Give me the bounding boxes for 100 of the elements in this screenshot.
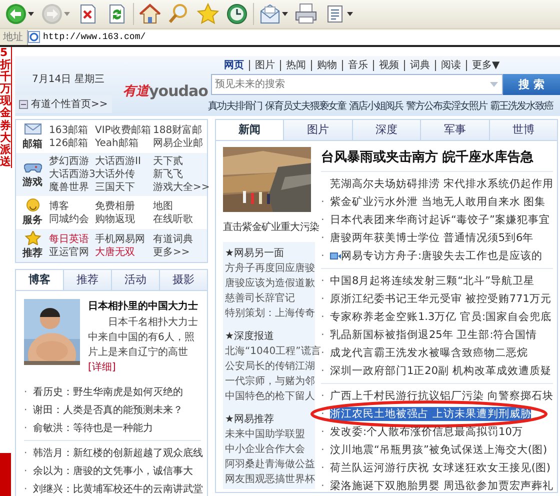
article-title[interactable]: 日本相扑里的中国大力士 <box>88 299 201 313</box>
blog-link[interactable]: 看历史：野生华南虎是如何灭绝的 <box>33 385 183 399</box>
details-link[interactable]: [详细] <box>88 362 116 373</box>
news-link[interactable]: 专家称养老金空账1.3万亿 官员:国家自会兜底 <box>330 310 552 324</box>
service-link[interactable]: 126邮箱 <box>49 136 95 150</box>
tab[interactable]: 图片 <box>283 120 352 140</box>
news-link[interactable]: 网易专访方舟子:唐骏失去工作也是应该的 <box>341 249 543 263</box>
ad-banner[interactable]: 5折千万现金券大派送 <box>0 47 12 168</box>
headline[interactable]: 台风暴雨或夹击南方 皖千座水库告急 <box>321 147 553 169</box>
nav-tab[interactable]: 音乐 <box>342 60 373 70</box>
news-link[interactable]: 中小企业合作大会 <box>225 442 305 457</box>
nav-tab[interactable]: 视频 <box>373 60 404 70</box>
service-link[interactable]: 购物返现 <box>95 212 153 226</box>
nav-tab[interactable]: 图片 <box>249 60 280 70</box>
news-link[interactable]: 网友围观恶搞世界杯 <box>225 472 315 487</box>
photo-caption[interactable]: 直击紫金矿业重大污染 <box>223 220 320 234</box>
service-link[interactable]: 游戏大全>> <box>153 181 207 194</box>
service-link[interactable]: 新飞飞 <box>153 168 207 181</box>
nav-tab[interactable]: 网页 <box>219 60 249 70</box>
news-link[interactable]: 汶川地震“吊瓶男孩”被免试保送上海交大(图) <box>330 443 548 457</box>
blog-link[interactable]: 刘继兴：比黄埔军校还牛的云南讲武堂 <box>33 482 203 496</box>
hot-link[interactable]: 保育员丈夫猥亵女童 <box>265 99 346 113</box>
service-link[interactable]: 梦幻西游 <box>49 155 95 168</box>
service-link[interactable]: 大话外传 <box>95 168 153 181</box>
print-button[interactable] <box>293 2 319 26</box>
news-link[interactable]: 荷兰队运河游行庆祝 女球迷狂欢女王接见(图) <box>330 461 551 475</box>
service-link[interactable]: 更多>> <box>153 246 207 258</box>
news-link[interactable]: 成龙代言霸王洗发水被曝含致癌物二恶烷 <box>330 346 528 360</box>
news-link[interactable]: 阿羽桑赴青海做公益 <box>225 457 315 472</box>
personal-page-link[interactable]: 有道个性首页>> <box>15 95 112 113</box>
tab[interactable]: 活动 <box>111 270 159 290</box>
service-link[interactable]: 188财富邮 <box>153 124 207 136</box>
service-link[interactable]: Yeah邮箱 <box>95 136 153 150</box>
news-link[interactable]: 芜湖高尔夫场妨碍排涝 宋代排水系统仍起作用 <box>330 177 554 191</box>
nav-tab[interactable]: 词典 <box>404 60 435 70</box>
back-button[interactable] <box>3 2 36 26</box>
tab[interactable]: 摄影 <box>159 270 207 290</box>
news-link[interactable]: 中国特色的枪下留人 <box>225 389 315 404</box>
address-field[interactable]: http://www.163.com/ <box>27 30 560 44</box>
nav-tab[interactable]: 热闻 <box>280 60 311 70</box>
news-link[interactable]: 特别策划：上海传奇 <box>225 306 315 321</box>
news-link[interactable]: 日本代表团来华商讨起诉“毒饺子”案嫌犯事宜 <box>330 213 550 227</box>
service-link[interactable]: 大话西游3 <box>49 168 95 181</box>
search-button[interactable]: 搜 索 <box>503 74 560 95</box>
tab[interactable]: 博客 <box>16 270 63 290</box>
service-link[interactable]: 亚运官网 <box>49 246 95 258</box>
service-link[interactable]: 大话西游II <box>95 155 153 168</box>
nav-tab[interactable]: 阅读 <box>435 60 466 70</box>
service-link[interactable]: 地图 <box>153 200 207 212</box>
tab[interactable]: 推荐 <box>63 270 111 290</box>
news-link[interactable]: 梁洛施诞下双胞胎男婴 周迅欲参加贾宏声葬礼 <box>330 479 554 493</box>
blog-link[interactable]: 韩浩月：新红楼的创新超越了观众底线 <box>33 446 203 460</box>
service-link[interactable]: 同城约会 <box>49 212 95 226</box>
news-link[interactable]: 北海“1040工程”谎言 <box>225 344 321 359</box>
news-link[interactable]: 深圳一政府部门1正20副 机构改革成效遭质疑 <box>330 364 552 378</box>
service-link[interactable]: 大唐无双 <box>95 246 153 258</box>
blog-link[interactable]: 谢田：人类是否真的能预测未来？ <box>33 403 183 417</box>
tab[interactable]: 世博 <box>488 120 558 140</box>
news-link[interactable]: 未来中国助学联盟 <box>225 427 305 442</box>
service-link[interactable]: 免费相册 <box>95 200 153 212</box>
tab[interactable]: 军事 <box>420 120 489 140</box>
service-link[interactable]: 手机网易网 <box>95 232 153 246</box>
service-link[interactable]: VIP收费邮箱 <box>95 124 153 136</box>
news-link[interactable]: 广西上千村民游行抗议铝厂污染 向警察掷石块 <box>330 389 554 403</box>
news-link[interactable]: 方舟子再度回应唐骏 <box>225 261 315 276</box>
tab[interactable]: 新闻 <box>216 120 284 140</box>
nav-tab[interactable]: 购物 <box>311 60 342 70</box>
hot-link[interactable]: 酒店小姐阅兵 <box>349 99 403 113</box>
service-link[interactable]: 163邮箱 <box>49 124 95 136</box>
home-button[interactable] <box>137 2 163 26</box>
news-link[interactable]: 慈善司长辞官记 <box>225 291 295 306</box>
service-link[interactable]: 有道词典 <box>153 232 207 246</box>
service-link[interactable]: 天下贰 <box>153 155 207 168</box>
tab[interactable]: 深度 <box>352 120 420 140</box>
hot-link[interactable]: 真功夫排骨门 <box>208 99 262 113</box>
news-link[interactable]: 乳品新国标被指倒退25年 卫生部:符合国情 <box>330 328 538 342</box>
list-bullet: · <box>321 196 326 208</box>
service-link[interactable]: 魔兽世界 <box>49 181 95 194</box>
news-link[interactable]: 中国8月起将连续发射三颗“北斗”导航卫星 <box>330 274 535 288</box>
hot-link[interactable]: 警方公布卖淫女照片 <box>406 99 487 113</box>
history-button[interactable] <box>224 2 250 26</box>
news-link[interactable]: 发改委:个人散布涨价信息最高拟罚10万 <box>330 425 523 439</box>
news-link[interactable]: 一代宗师，与赌为邻 <box>225 374 315 389</box>
service-link[interactable]: 每日英语 <box>49 232 95 246</box>
news-link[interactable]: 原浙江纪委书记王华元受审 被控受贿771万元 <box>330 292 552 306</box>
news-link[interactable]: 公安局长的传销江湖 <box>225 359 315 374</box>
hot-link[interactable]: 霸王洗发水致癌 <box>490 99 553 113</box>
service-link[interactable]: 博客 <box>49 200 95 212</box>
blog-link[interactable]: 俞敏洪：等待也是一种能力 <box>33 421 153 435</box>
news-link[interactable]: 唐骏两年获美博士学位 普通情况须5到6年 <box>330 231 534 245</box>
news-link[interactable]: 紫金矿业污水外泄 当地无人敢用自来水 图集 <box>330 195 546 209</box>
service-link[interactable]: 在线听歌 <box>153 212 207 226</box>
link-text[interactable]: 有道个性首页>> <box>31 97 108 111</box>
service-link[interactable]: 网易企业邮 <box>153 136 207 150</box>
nav-tab[interactable]: 更多▼ <box>466 60 505 70</box>
news-link[interactable]: 唐骏应该为造假道歉 <box>225 276 315 291</box>
news-link[interactable]: 浙江农民土地被强占 上访未果遭判刑威胁 <box>330 407 532 421</box>
blog-link[interactable]: 余以为：唐骏的文凭事小，诚信事大 <box>33 464 193 478</box>
search-field[interactable]: 预见未来的搜索 <box>211 74 503 95</box>
service-link[interactable]: 三国天下 <box>95 181 153 194</box>
